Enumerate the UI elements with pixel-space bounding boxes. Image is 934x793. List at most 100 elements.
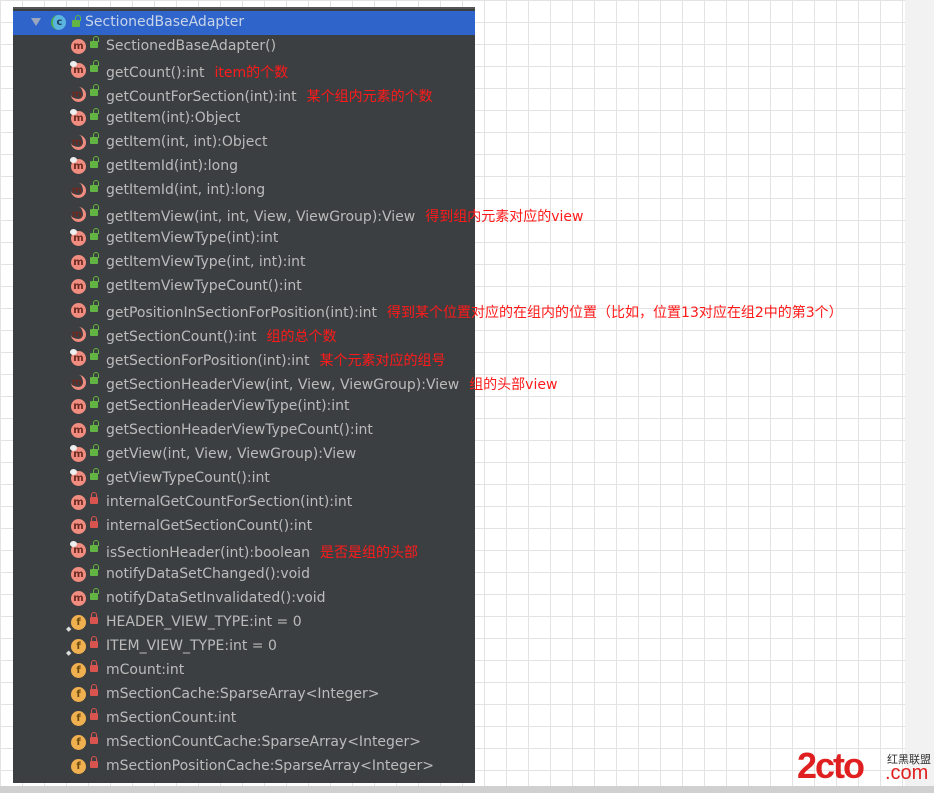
member-item[interactable]: m getItemViewType(int):int — [13, 227, 933, 251]
private-lock-icon — [90, 612, 98, 624]
bottom-bar — [0, 786, 934, 793]
private-lock-icon — [90, 492, 98, 504]
member-label: getItemId(int, int):long — [106, 182, 265, 198]
method-icon: m — [71, 303, 86, 318]
private-lock-icon — [90, 516, 98, 528]
member-item[interactable]: m getItem(int, int):Object — [13, 131, 933, 155]
class-name: SectionedBaseAdapter — [85, 14, 245, 30]
member-label: getPositionInSectionForPosition(int):int… — [106, 302, 843, 322]
public-lock-icon — [90, 420, 99, 432]
member-label: SectionedBaseAdapter() — [106, 38, 276, 54]
member-label: internalGetCountForSection(int):int — [106, 494, 352, 510]
method-icon: m — [70, 469, 86, 486]
method-icon: m — [70, 109, 86, 126]
field-icon: f — [71, 663, 86, 678]
member-signature: internalGetCountForSection(int):int — [106, 494, 353, 510]
public-lock-icon — [90, 228, 99, 240]
member-label: getItemView(int, int, View, ViewGroup):V… — [106, 206, 583, 226]
member-item[interactable]: m getItem(int):Object — [13, 107, 933, 131]
public-lock-icon — [90, 180, 99, 192]
annotation: 组的总个数 — [266, 329, 337, 345]
watermark-logo: 2cto 红黑联盟 — [797, 745, 931, 786]
member-item[interactable]: m getSectionHeaderViewTypeCount():int — [13, 419, 933, 443]
member-item[interactable]: m getItemId(int, int):long — [13, 179, 933, 203]
member-signature: getItemViewType(int):int — [106, 230, 279, 246]
member-signature: getItemViewTypeCount():int — [106, 278, 302, 294]
member-item[interactable]: m internalGetSectionCount():int — [13, 515, 933, 539]
private-lock-icon — [90, 636, 98, 648]
member-item[interactable]: m internalGetCountForSection(int):int — [13, 491, 933, 515]
watermark-com: .com — [885, 762, 929, 784]
member-item[interactable]: m SectionedBaseAdapter() — [13, 35, 933, 59]
private-lock-icon — [90, 684, 98, 696]
member-item[interactable]: f mSectionPositionCache:SparseArray<Integ… — [13, 755, 933, 779]
class-icon: c — [51, 15, 66, 30]
member-item[interactable]: f ITEM_VIEW_TYPE:int = 0 — [13, 635, 933, 661]
member-item[interactable]: m getViewTypeCount():int — [13, 467, 933, 491]
member-item[interactable]: m notifyDataSetInvalidated():void — [13, 587, 933, 611]
member-label: getCountForSection(int):int 某个组内元素的个数 — [106, 86, 433, 106]
method-icon: m — [71, 591, 86, 606]
member-label: mCount:int — [106, 662, 184, 678]
member-signature: getView(int, View, ViewGroup):View — [106, 446, 357, 462]
member-item[interactable]: m getPositionInSectionForPosition(int):in… — [13, 299, 933, 323]
member-label: getSectionHeaderView(int, View, ViewGrou… — [106, 374, 557, 394]
method-icon: m — [71, 375, 86, 390]
method-icon: m — [71, 495, 86, 510]
member-signature: getSectionHeaderViewType(int):int — [106, 398, 350, 414]
member-item[interactable]: m getItemView(int, int, View, ViewGroup):… — [13, 203, 933, 227]
method-icon: m — [70, 541, 86, 558]
member-signature: getSectionForPosition(int):int — [106, 353, 310, 369]
public-lock-icon — [90, 348, 99, 360]
member-signature: getSectionHeaderView(int, View, ViewGrou… — [106, 377, 460, 393]
member-item[interactable]: f HEADER_VIEW_TYPE:int = 0 — [13, 611, 933, 637]
method-icon: m — [71, 183, 86, 198]
member-signature: SectionedBaseAdapter() — [106, 38, 277, 54]
member-signature: getItemId(int, int):long — [106, 182, 266, 198]
member-label: getCount():int item的个数 — [106, 62, 288, 82]
member-signature: getPositionInSectionForPosition(int):int — [106, 305, 378, 321]
member-label: getItemViewType(int):int — [106, 230, 278, 246]
member-item[interactable]: m getSectionHeaderView(int, View, ViewGro… — [13, 371, 933, 395]
annotation: 得到组内元素对应的view — [425, 209, 584, 225]
member-item[interactable]: f mCount:int — [13, 659, 933, 683]
member-item[interactable]: m getSectionHeaderViewType(int):int — [13, 395, 933, 419]
member-item[interactable]: m getCountForSection(int):int 某个组内元素的个数 — [13, 83, 933, 107]
member-item[interactable]: m getCount():int item的个数 — [13, 59, 933, 83]
member-signature: notifyDataSetChanged():void — [106, 566, 310, 582]
private-lock-icon — [90, 708, 98, 720]
member-item[interactable]: m getItemViewType(int, int):int — [13, 251, 933, 275]
member-item[interactable]: m getView(int, View, ViewGroup):View — [13, 443, 933, 467]
member-item[interactable]: m getItemId(int):long — [13, 155, 933, 179]
member-label: internalGetSectionCount():int — [106, 518, 312, 534]
public-lock-icon — [90, 300, 99, 312]
public-lock-icon — [90, 540, 99, 552]
member-item[interactable]: m getSectionForPosition(int):int 某个元素对应的组号 — [13, 347, 933, 371]
public-lock-icon — [90, 132, 99, 144]
member-label: mSectionPositionCache:SparseArray<Intege… — [106, 758, 434, 774]
field-icon: f — [71, 759, 86, 774]
public-lock-icon — [90, 252, 99, 264]
annotation: 某个元素对应的组号 — [319, 353, 446, 369]
public-lock-icon — [90, 444, 99, 456]
member-label: getItemViewType(int, int):int — [106, 254, 306, 270]
public-lock-icon — [90, 108, 99, 120]
member-item[interactable]: f mSectionCache:SparseArray<Integer> — [13, 683, 933, 707]
member-item[interactable]: m getItemViewTypeCount():int — [13, 275, 933, 299]
collapse-triangle-icon[interactable] — [31, 18, 41, 26]
member-label: mSectionCountCache:SparseArray<Integer> — [106, 734, 421, 750]
member-item[interactable]: f mSectionCount:int — [13, 707, 933, 731]
class-node[interactable]: c SectionedBaseAdapter — [13, 11, 475, 35]
member-signature: getSectionCount():int — [106, 329, 257, 345]
public-lock-icon — [90, 84, 99, 96]
member-signature: mSectionPositionCache:SparseArray<Intege… — [106, 758, 434, 774]
field-icon: f — [66, 615, 86, 637]
member-item[interactable]: m isSectionHeader(int):boolean 是否是组的头部 — [13, 539, 933, 563]
member-item[interactable]: m notifyDataSetChanged():void — [13, 563, 933, 587]
member-item[interactable]: m getSectionCount():int 组的总个数 — [13, 323, 933, 347]
member-item[interactable]: f mSectionCountCache:SparseArray<Integer> — [13, 731, 933, 755]
method-icon: m — [71, 87, 86, 102]
member-label: isSectionHeader(int):boolean 是否是组的头部 — [106, 542, 418, 562]
member-signature: getItemId(int):long — [106, 158, 238, 174]
member-label: getSectionForPosition(int):int 某个元素对应的组号 — [106, 350, 446, 370]
